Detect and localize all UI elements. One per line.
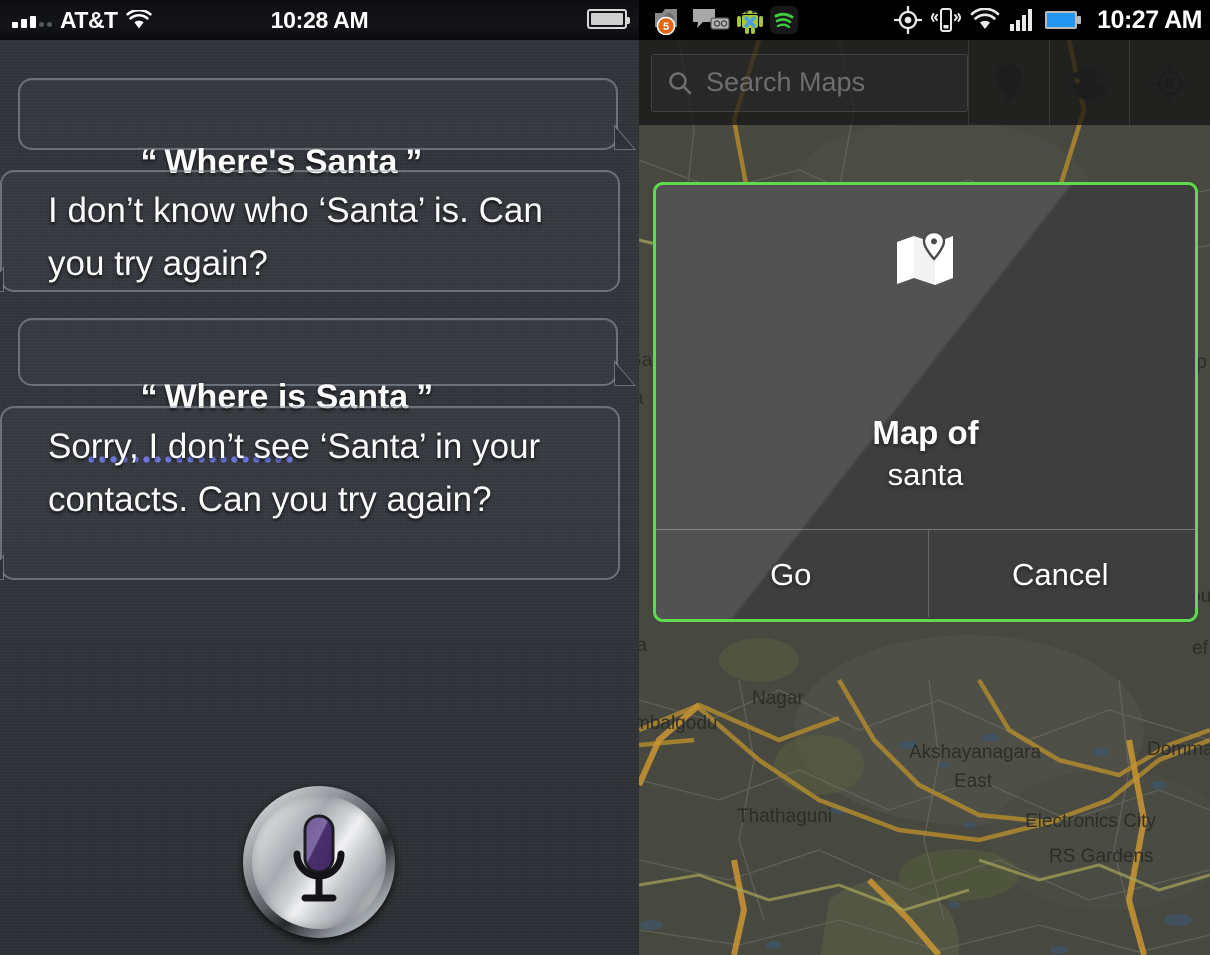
dialog-vertical-divider [928,530,929,617]
maps-toolbar: Search Maps [639,40,1210,125]
svg-text:5: 5 [663,21,669,33]
ios-siri-screen: again? “Where's Santa” I don’t know who … [0,0,639,955]
search-input-placeholder: Search Maps [706,67,866,97]
map-label: Electronics City [1025,811,1156,832]
map-label: East [954,771,993,792]
siri-bubble-2[interactable]: Sorry, I don’t see ‘Santa’ in your conta… [0,406,620,580]
my-location-icon [1150,63,1190,102]
map-label: Akshayanagara [909,742,1042,763]
android-robot-icon [737,10,763,34]
search-icon [669,71,692,94]
signal-bars-icon [1010,9,1033,31]
bubble-tail-right [614,124,636,150]
microphone-icon [293,814,345,902]
bubble-tail-left [0,554,4,580]
map-label: Dommas [1147,739,1210,760]
map-label: mbalgodu [639,713,718,734]
layers-button[interactable] [1048,40,1130,125]
vibrate-mode-icon [931,8,962,32]
dialog-body: Map of santa [656,185,1195,529]
android-status-bar: 5 10:27 AM [639,0,1210,40]
map-label: ra [639,635,647,656]
places-pin-button[interactable] [967,40,1049,125]
map-label: Ga [639,350,653,371]
bubble-tail-right [614,360,636,386]
map-label: RS Gardens [1049,846,1154,867]
dialog-button-row: Go Cancel [656,530,1195,619]
android-clock: 10:27 AM [1097,5,1202,34]
search-input[interactable]: Search Maps [651,53,968,112]
ios-status-bar: AT&T 10:28 AM [0,0,639,40]
battery-full-icon [587,9,630,29]
map-label: a [639,388,644,410]
gps-location-icon [894,6,923,34]
map-label: ef [1192,638,1208,659]
android-notification-icons[interactable]: 5 [653,5,799,35]
siri-mic-button[interactable] [243,786,395,938]
map-label: Thathaguni [737,806,833,827]
spotify-icon [770,6,798,34]
messaging-voicemail-icon [693,9,730,30]
android-system-icons: 10:27 AM [894,6,1202,35]
ios-clock: 10:28 AM [270,6,369,33]
cancel-button[interactable]: Cancel [926,530,1196,619]
my-location-button[interactable] [1129,40,1210,125]
user-bubble-2[interactable]: “Where is Santa” [18,318,636,463]
layers-icon [1070,65,1109,102]
user-bubble-1[interactable]: “Where's Santa” [18,78,636,181]
siri-bubble-1-text: I don’t know who ‘Santa’ is. Can you try… [48,191,553,283]
battery-icon [1045,11,1082,29]
camera-badge-icon: 5 [655,9,677,35]
map-of-dialog: Map of santa Go Cancel [653,182,1198,622]
go-button[interactable]: Go [656,530,926,619]
android-maps-screen: Bande KodigehalliGaipaouefraNagarmbalgod… [639,0,1210,955]
map-label: Nagar [752,688,804,709]
dual-phone-screenshot: again? “Where's Santa” I don’t know who … [0,0,1210,955]
dialog-title: Map of [872,414,979,451]
siri-bubble-2-text: Sorry, I don’t see ‘Santa’ in your conta… [48,427,550,519]
siri-conversation-scroll[interactable]: again? “Where's Santa” I don’t know who … [0,0,639,790]
siri-bubble-1[interactable]: I don’t know who ‘Santa’ is. Can you try… [0,170,620,292]
places-pin-icon [995,63,1022,102]
wifi-icon [970,8,1000,29]
bubble-tail-left [0,266,4,292]
dialog-subtitle: santa [887,457,964,492]
map-pin-icon [896,232,953,285]
